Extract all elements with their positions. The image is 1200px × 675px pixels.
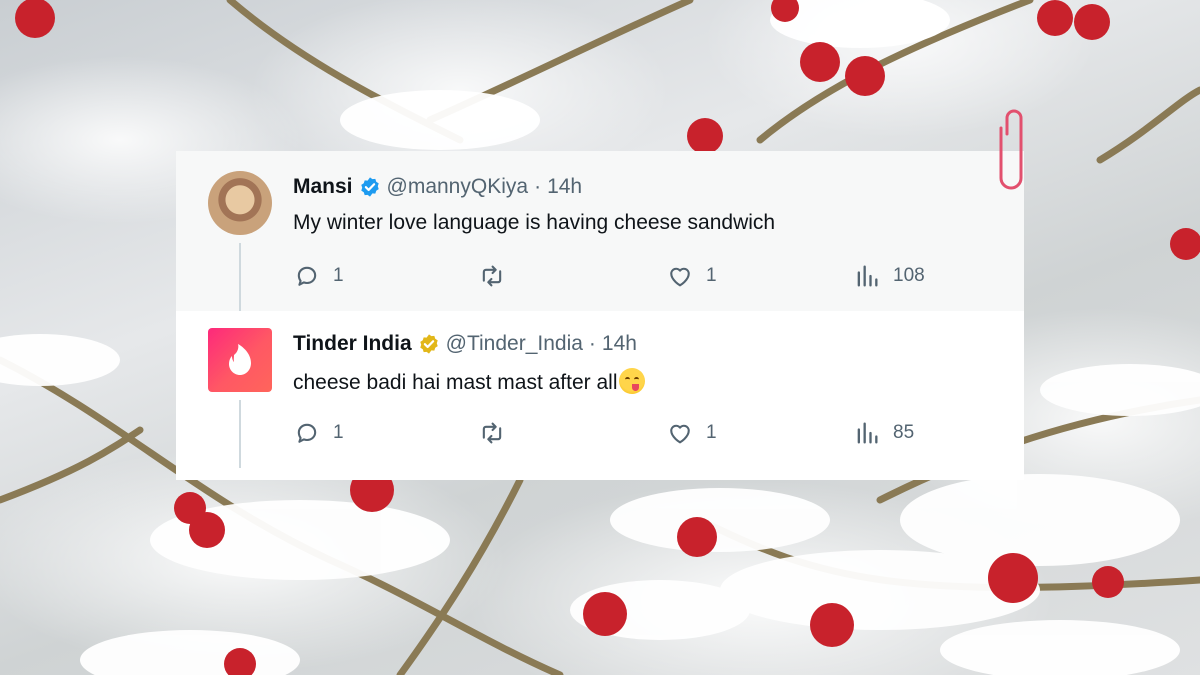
reply-count: 1 <box>333 422 344 443</box>
author-handle[interactable]: @mannyQKiya <box>387 175 529 199</box>
tweet-mansi[interactable]: Mansi @mannyQKiya · 14h My winter love l… <box>176 151 1024 311</box>
like-button[interactable]: 1 <box>666 418 717 448</box>
reply-count: 1 <box>333 265 344 286</box>
like-count: 1 <box>706 265 717 286</box>
tweet-actions: 1 1 108 <box>293 261 953 291</box>
tweet-actions: 1 1 85 <box>293 418 953 448</box>
avatar[interactable] <box>208 171 272 235</box>
tweet-header: Mansi @mannyQKiya · 14h <box>293 175 582 199</box>
author-name[interactable]: Mansi <box>293 175 353 199</box>
tweet-thread-card: Mansi @mannyQKiya · 14h My winter love l… <box>176 151 1024 480</box>
yum-face-emoji <box>618 368 645 394</box>
views-icon <box>857 422 878 444</box>
retweet-button[interactable] <box>478 261 518 291</box>
reply-button[interactable]: 1 <box>293 418 344 448</box>
reply-icon <box>297 266 317 286</box>
verified-badge-icon <box>359 176 381 198</box>
tinder-flame-icon <box>229 344 251 375</box>
thread-line <box>239 400 241 468</box>
like-button[interactable]: 1 <box>666 261 717 291</box>
separator-dot: · <box>588 332 596 355</box>
views-button[interactable]: 108 <box>853 261 925 291</box>
separator-dot: · <box>534 175 542 198</box>
retweet-icon <box>482 265 502 287</box>
author-handle[interactable]: @Tinder_India <box>446 332 583 356</box>
tweet-header: Tinder India @Tinder_India · 14h <box>293 332 637 356</box>
like-icon <box>670 267 690 287</box>
views-button[interactable]: 85 <box>853 418 914 448</box>
like-count: 1 <box>706 422 717 443</box>
tweet-time[interactable]: 14h <box>602 332 637 356</box>
retweet-button[interactable] <box>478 418 518 448</box>
tweet-text: cheese badi hai mast mast after all <box>293 368 645 395</box>
thread-line <box>239 243 241 311</box>
tweet-text: My winter love language is having cheese… <box>293 211 776 234</box>
paperclip-icon <box>999 109 1023 190</box>
views-count: 85 <box>893 422 915 443</box>
avatar[interactable] <box>208 328 272 392</box>
reply-icon <box>297 423 317 443</box>
author-name[interactable]: Tinder India <box>293 332 412 356</box>
like-icon <box>670 424 690 444</box>
views-count: 108 <box>893 265 925 286</box>
views-icon <box>857 265 878 287</box>
tweet-time[interactable]: 14h <box>547 175 582 199</box>
retweet-icon <box>482 422 502 444</box>
verified-badge-icon <box>418 333 440 355</box>
tweet-text-body: cheese badi hai mast mast after all <box>293 371 618 394</box>
reply-button[interactable]: 1 <box>293 261 344 291</box>
